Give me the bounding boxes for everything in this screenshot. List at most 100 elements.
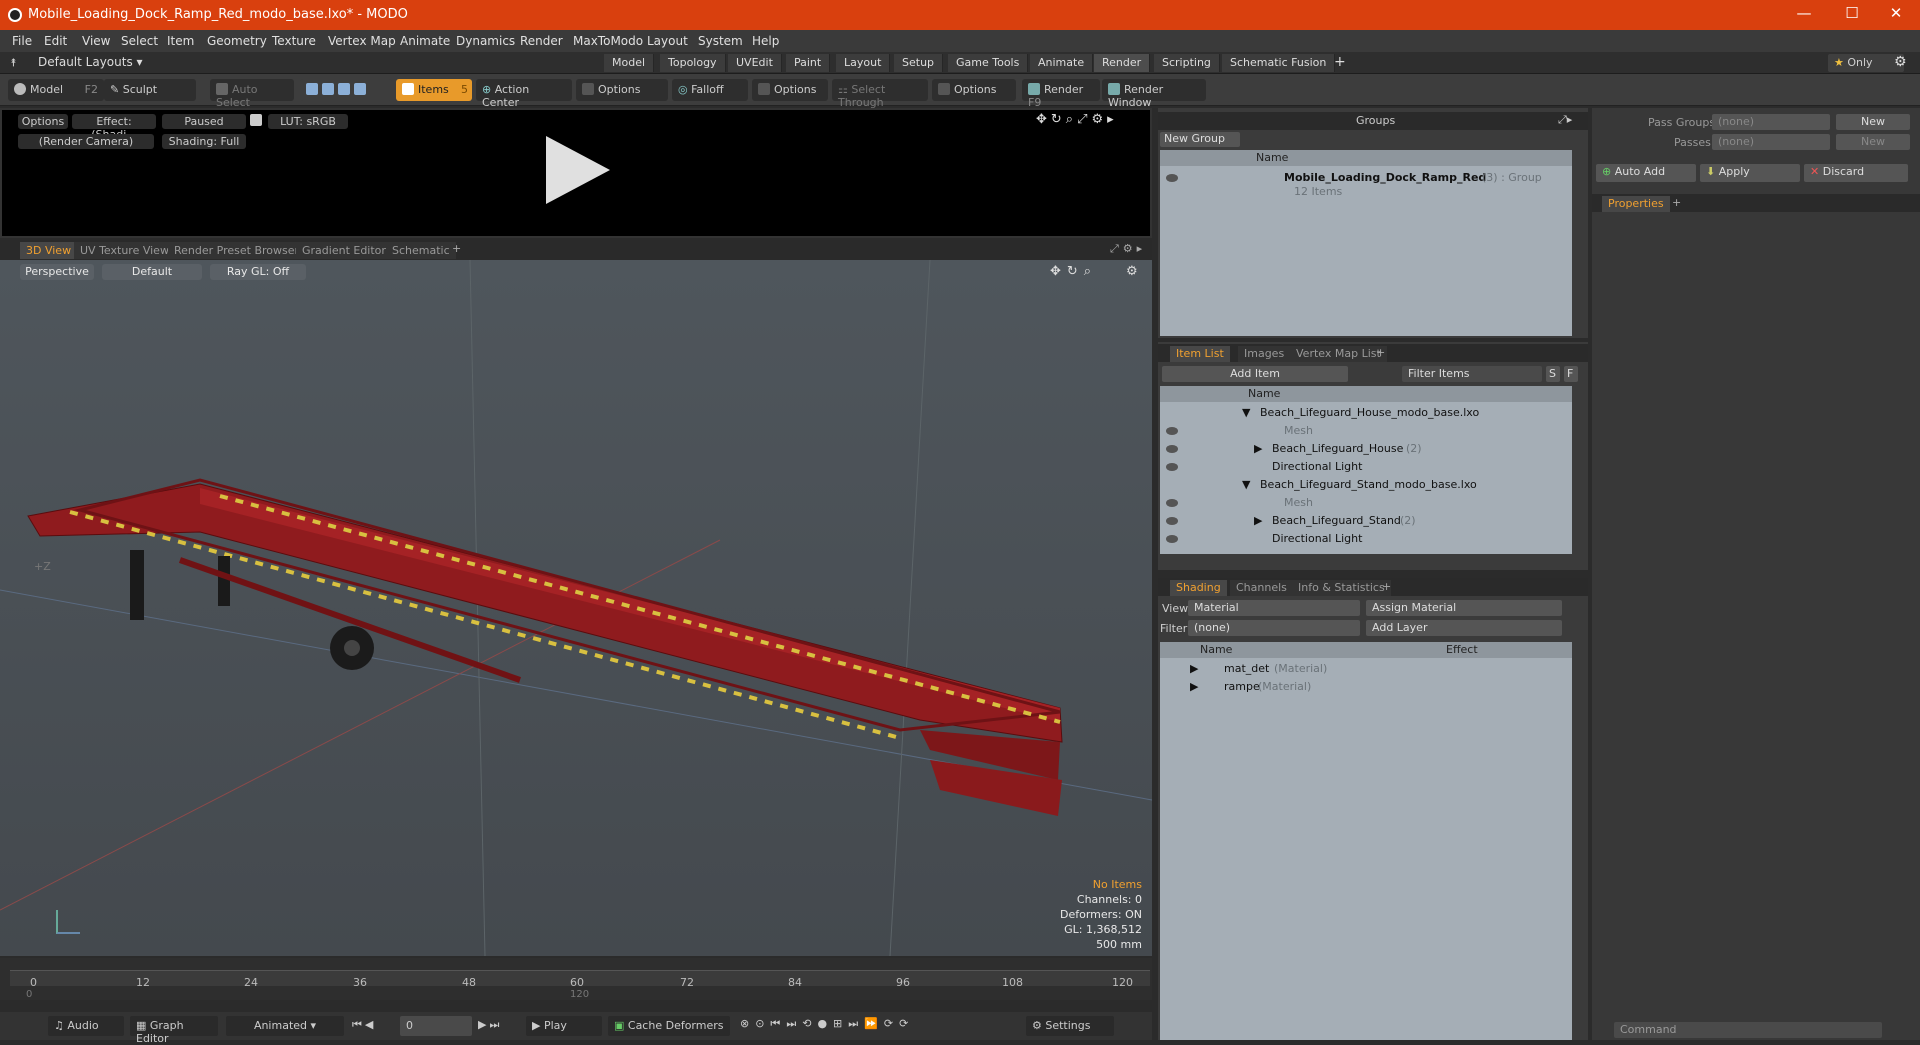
tab-render[interactable]: Render <box>1094 54 1151 72</box>
tab-info-statistics[interactable]: Info & Statistics <box>1292 580 1391 596</box>
preview-nav-icons[interactable]: ✥↻⌕⤢⚙▸ <box>1036 112 1118 127</box>
falloff-button[interactable]: ◎ Falloff <box>672 79 748 101</box>
add-panel-tab-button[interactable]: + <box>1672 196 1681 209</box>
expand-triangle-icon[interactable]: ▶ <box>1190 680 1198 693</box>
tab-setup[interactable]: Setup <box>894 54 944 72</box>
preview-options-button[interactable]: Options <box>18 114 68 129</box>
apply-button[interactable]: ⬇ Apply <box>1700 164 1800 182</box>
panel-expand-icon[interactable]: ⤢▸ <box>1558 113 1572 127</box>
viewport-tab-controls-icons[interactable]: ⤢⚙▸ <box>1110 242 1146 256</box>
menu-geometry[interactable]: Geometry <box>207 34 267 48</box>
list-item[interactable]: Mesh <box>1160 422 1572 440</box>
key-tool-icons[interactable]: ⊗⊙⏮⏭⟲●⊞⏭⏩⟳⟳ <box>740 1017 914 1031</box>
menu-layout[interactable]: Layout <box>647 34 688 48</box>
filter-s-button[interactable]: S <box>1546 366 1560 382</box>
cache-deformers-button[interactable]: ▣ Cache Deformers <box>608 1016 730 1036</box>
tab-model[interactable]: Model <box>604 54 655 72</box>
ray-gl-toggle[interactable]: Ray GL: Off <box>210 264 306 280</box>
new-group-button[interactable]: New Group <box>1160 132 1240 147</box>
menu-help[interactable]: Help <box>752 34 779 48</box>
menu-texture[interactable]: Texture <box>272 34 316 48</box>
visibility-eye-icon[interactable] <box>1166 174 1178 182</box>
tab-properties[interactable]: Properties <box>1602 196 1670 212</box>
audio-button[interactable]: ♫ Audio <box>48 1016 124 1036</box>
group-row[interactable]: Mobile_Loading_Dock_Ramp_Red (3) : Group… <box>1160 168 1572 200</box>
viewport-nav-icons[interactable]: ✥↻⌕ <box>1050 264 1097 279</box>
render-window-button[interactable]: Render Window <box>1102 79 1206 109</box>
add-panel-tab-button[interactable]: + <box>1376 346 1385 359</box>
table-row[interactable]: ▶ rampe (Material) <box>1160 678 1572 696</box>
expand-triangle-icon[interactable]: ▼ <box>1242 478 1250 491</box>
item-list[interactable]: Name ▼ Beach_Lifeguard_House_modo_base.lx… <box>1160 386 1572 554</box>
vertices-mode-icon[interactable] <box>306 83 318 95</box>
perspective-dropdown[interactable]: Perspective <box>20 264 94 280</box>
tab-scripting[interactable]: Scripting <box>1154 54 1220 72</box>
tab-uv-texture-view[interactable]: UV Texture View <box>74 242 175 259</box>
expand-triangle-icon[interactable]: ▶ <box>1190 662 1198 675</box>
tab-item-list[interactable]: Item List <box>1170 346 1230 362</box>
list-item[interactable]: Directional Light <box>1160 530 1572 548</box>
assign-material-button[interactable]: Assign Material <box>1366 600 1562 616</box>
materials-mode-icon[interactable] <box>354 83 366 95</box>
model-mode-button[interactable]: Model F2 <box>8 79 104 101</box>
maximize-button[interactable]: ☐ <box>1832 4 1872 26</box>
list-item[interactable]: Directional Light <box>1160 458 1572 476</box>
filter-items-input[interactable]: Filter Items <box>1402 366 1542 382</box>
visibility-eye-icon[interactable] <box>1166 535 1178 543</box>
menu-animate[interactable]: Animate <box>400 34 450 48</box>
tab-images[interactable]: Images <box>1238 346 1291 362</box>
menu-system[interactable]: System <box>698 34 743 48</box>
frame-field[interactable]: 0 <box>400 1016 472 1036</box>
action-center-options-button[interactable]: Options <box>576 79 668 101</box>
tab-paint[interactable]: Paint <box>786 54 831 72</box>
visibility-eye-icon[interactable] <box>1166 463 1178 471</box>
filter-dropdown[interactable]: (none) <box>1188 620 1360 636</box>
tab-schematic-fusion[interactable]: Schematic Fusion <box>1222 54 1336 72</box>
view-dropdown[interactable]: Material <box>1188 600 1360 616</box>
expand-triangle-icon[interactable]: ▼ <box>1242 406 1250 419</box>
default-layouts-dropdown[interactable]: Default Layouts ▾ <box>38 55 143 69</box>
tab-layout[interactable]: Layout <box>836 54 891 72</box>
list-item[interactable]: ▼ Beach_Lifeguard_Stand_modo_base.lxo <box>1160 476 1572 494</box>
groups-list[interactable]: Name Mobile_Loading_Dock_Ramp_Red (3) : … <box>1160 150 1572 336</box>
edges-mode-icon[interactable] <box>322 83 334 95</box>
collapse-icon[interactable]: ⯭ <box>10 56 17 70</box>
tab-shading[interactable]: Shading <box>1170 580 1227 596</box>
shader-tree[interactable]: Name Effect ▶ mat_det (Material) ▶ rampe (Mat… <box>1160 642 1572 1040</box>
transport-forward-icons[interactable]: ▶⏭ <box>478 1018 502 1032</box>
list-item[interactable]: ▶ Beach_Lifeguard_House (2) <box>1160 440 1572 458</box>
minimize-button[interactable]: — <box>1784 4 1824 26</box>
list-item[interactable]: ▶ Beach_Lifeguard_Stand (2) <box>1160 512 1572 530</box>
shading-dropdown[interactable]: Shading: Full <box>162 134 246 149</box>
visibility-eye-icon[interactable] <box>1166 499 1178 507</box>
animated-dropdown[interactable]: Animated ▾ <box>226 1016 344 1036</box>
tab-schematic[interactable]: Schematic <box>386 242 456 259</box>
tab-game-tools[interactable]: Game Tools <box>948 54 1029 72</box>
list-item[interactable]: Mesh <box>1160 494 1572 512</box>
3d-viewport[interactable]: Perspective Default Ray GL: Off ✥↻⌕ ⚙ +Z… <box>0 260 1152 956</box>
action-center-button[interactable]: ⊕ Action Center <box>476 79 572 109</box>
lut-dropdown[interactable]: LUT: sRGB <box>268 114 348 129</box>
timeline[interactable]: 0 12 24 36 48 60 72 84 96 108 120 0 120 <box>0 958 1152 1000</box>
lock-icon[interactable] <box>250 114 262 126</box>
menu-maxtomodo[interactable]: MaxToModo <box>573 34 643 48</box>
expand-triangle-icon[interactable]: ▶ <box>1254 442 1262 455</box>
auto-select-button[interactable]: Auto Select <box>210 79 294 109</box>
settings-button[interactable]: ⚙ Settings <box>1026 1016 1114 1036</box>
render-camera-dropdown[interactable]: (Render Camera) <box>18 134 154 149</box>
items-mode-button[interactable]: Items 5 <box>396 79 472 101</box>
pass-groups-dropdown[interactable]: (none) <box>1712 114 1830 130</box>
auto-add-button[interactable]: ⊕ Auto Add <box>1596 164 1696 182</box>
visibility-eye-icon[interactable] <box>1166 445 1178 453</box>
add-item-dropdown[interactable]: Add Item <box>1162 366 1348 382</box>
passes-dropdown[interactable]: (none) <box>1712 134 1830 150</box>
list-item[interactable]: ▼ Beach_Lifeguard_House_modo_base.lxo <box>1160 404 1572 422</box>
new-pass-button[interactable]: New <box>1836 134 1910 150</box>
menu-view[interactable]: View <box>82 34 110 48</box>
tab-uvedit[interactable]: UVEdit <box>728 54 782 72</box>
menu-file[interactable]: File <box>12 34 32 48</box>
add-layer-dropdown[interactable]: Add Layer <box>1366 620 1562 636</box>
default-shading-dropdown[interactable]: Default <box>102 264 202 280</box>
expand-triangle-icon[interactable]: ▶ <box>1254 514 1262 527</box>
new-pass-group-button[interactable]: New <box>1836 114 1910 130</box>
